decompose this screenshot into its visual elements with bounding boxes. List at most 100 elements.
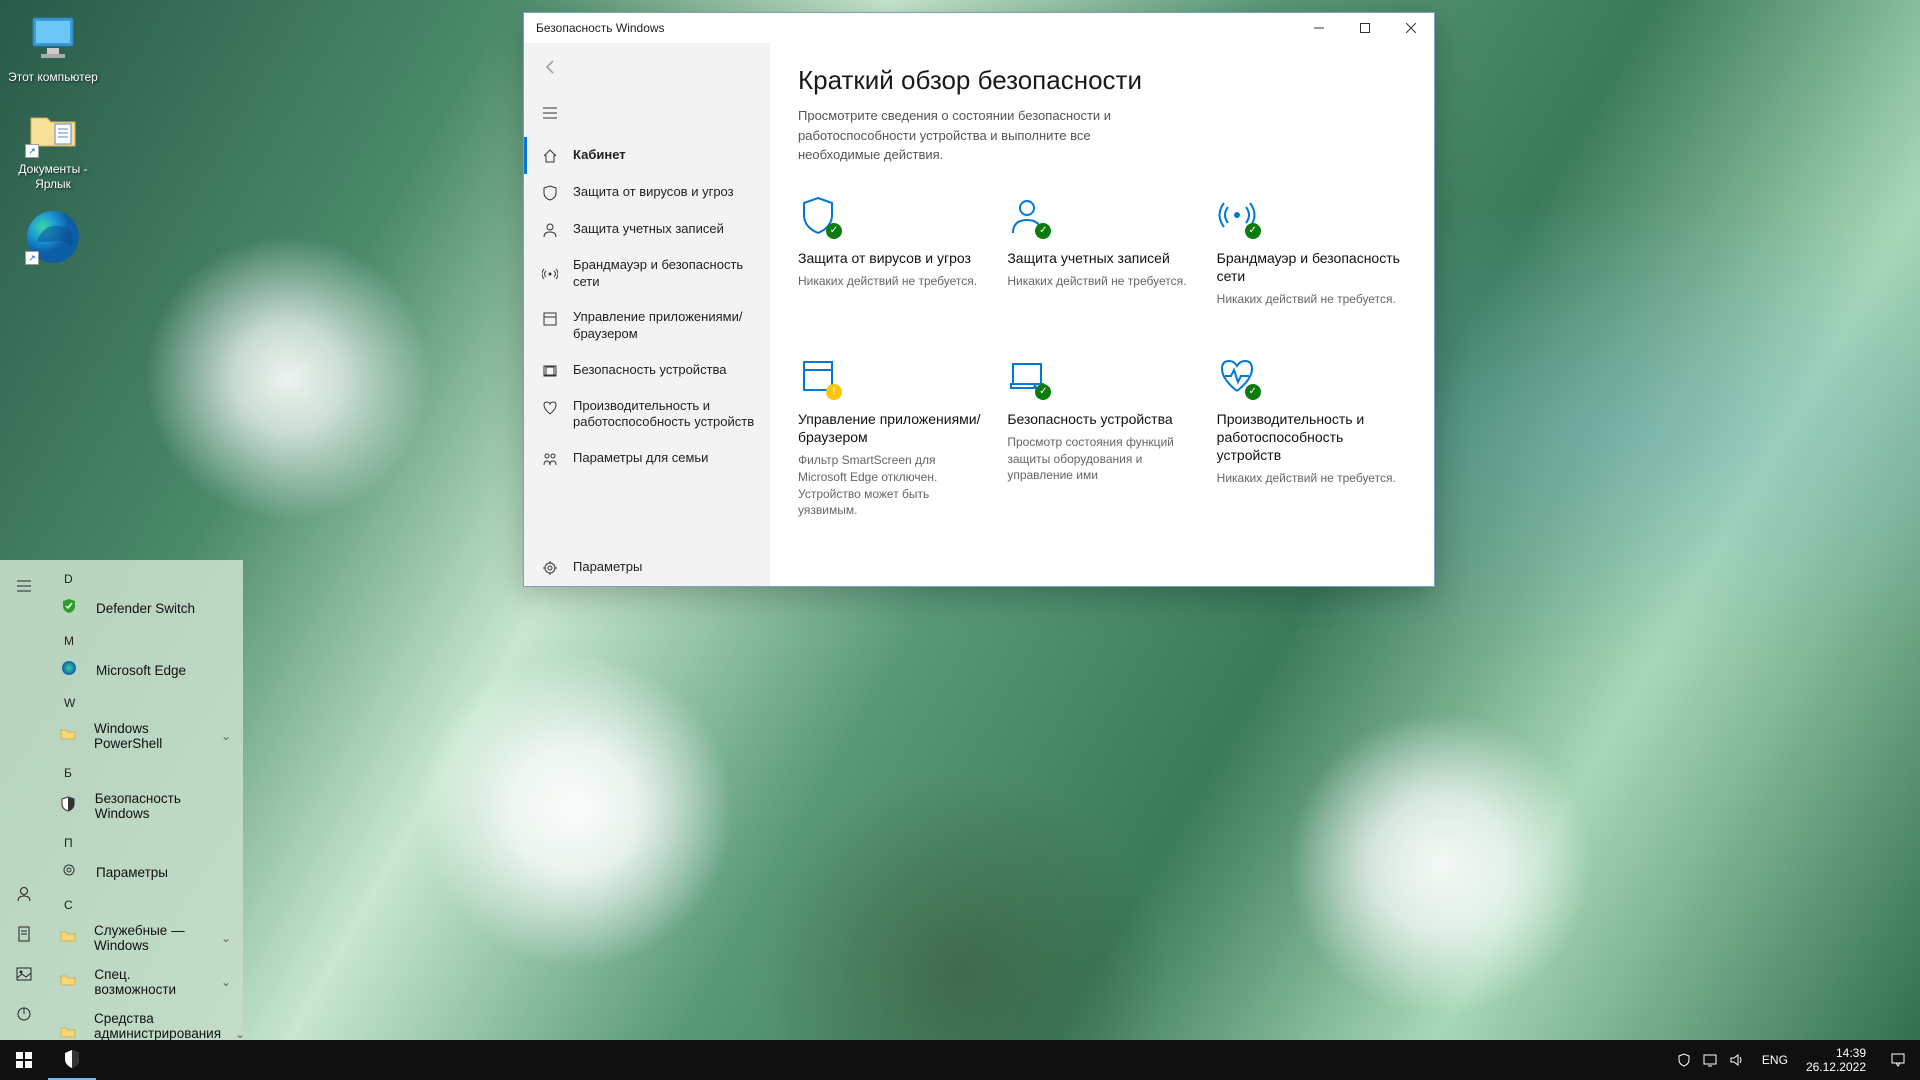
system-tray[interactable] <box>1666 1052 1754 1068</box>
start-app-item[interactable]: Параметры <box>48 854 243 890</box>
tile-title: Защита от вирусов и угроз <box>798 249 987 267</box>
nav-item-label: Производительность и работоспособность у… <box>573 398 755 432</box>
home-icon <box>541 147 559 165</box>
start-letter-header[interactable]: С <box>48 890 243 916</box>
language-indicator[interactable]: ENG <box>1754 1053 1796 1067</box>
start-menu: D Defender Switch M Microsoft Edge W Win… <box>0 560 243 1040</box>
taskbar-security-app[interactable] <box>48 1040 96 1080</box>
start-letter-header[interactable]: D <box>48 564 243 590</box>
start-app-item[interactable]: Microsoft Edge <box>48 652 243 688</box>
start-pictures-button[interactable] <box>0 954 48 994</box>
chevron-down-icon: ⌄ <box>221 729 231 743</box>
windows-logo-icon <box>16 1052 32 1068</box>
nav-back-button[interactable] <box>534 51 566 83</box>
nav-item-chip[interactable]: Безопасность устройства <box>524 352 769 389</box>
shield-icon: ✓ <box>798 195 840 237</box>
nav-item-family[interactable]: Параметры для семьи <box>524 440 769 477</box>
nav-item-app[interactable]: Управление приложениями/браузером <box>524 300 769 352</box>
status-warn-icon: ! <box>826 384 842 400</box>
action-center-button[interactable] <box>1876 1040 1920 1080</box>
nav-item-person[interactable]: Защита учетных записей <box>524 211 769 248</box>
page-subtitle: Просмотрите сведения о состоянии безопас… <box>798 106 1158 165</box>
chip-icon <box>541 362 559 380</box>
start-left-rail <box>0 560 48 1040</box>
antenna-icon <box>541 265 559 283</box>
start-user-button[interactable] <box>0 874 48 914</box>
start-power-button[interactable] <box>0 994 48 1034</box>
shield-dark-icon <box>60 795 81 817</box>
tile-subtitle: Никаких действий не требуется. <box>798 273 987 290</box>
pc-icon <box>25 10 81 66</box>
nav-item-label: Защита учетных записей <box>573 221 724 238</box>
tile-heart[interactable]: ✓ Производительность и работоспособность… <box>1217 356 1406 520</box>
maximize-icon <box>1360 23 1370 33</box>
person-icon: ✓ <box>1007 195 1049 237</box>
shield-green-icon <box>60 597 82 619</box>
back-arrow-icon <box>542 59 558 75</box>
notification-icon <box>1890 1052 1906 1068</box>
window-titlebar[interactable]: Безопасность Windows <box>524 13 1434 43</box>
nav-item-label: Защита от вирусов и угроз <box>573 184 734 201</box>
start-letter-header[interactable]: П <box>48 828 243 854</box>
nav-item-label: Брандмауэр и безопасность сети <box>573 257 755 291</box>
folder-icon <box>60 725 80 747</box>
nav-item-label: Безопасность устройства <box>573 362 727 379</box>
start-app-item[interactable]: Служебные — Windows ⌄ <box>48 916 243 960</box>
tile-antenna[interactable]: ✓ Брандмауэр и безопасность сети Никаких… <box>1217 195 1406 308</box>
hamburger-icon <box>542 105 558 121</box>
start-documents-button[interactable] <box>0 914 48 954</box>
desktop-icons: Этот компьютер ↗ Документы - Ярлык ↗ <box>8 10 98 265</box>
taskbar: ENG 14:39 26.12.2022 <box>0 1040 1920 1080</box>
start-app-item[interactable]: Безопасность Windows <box>48 784 243 828</box>
tile-title: Защита учетных записей <box>1007 249 1196 267</box>
nav-settings[interactable]: Параметры <box>524 549 769 586</box>
start-app-item[interactable]: Средства администрирования W… ⌄ <box>48 1004 243 1040</box>
start-letter-header[interactable]: M <box>48 626 243 652</box>
tile-app[interactable]: ! Управление приложениями/браузером Филь… <box>798 356 987 520</box>
window-close-button[interactable] <box>1388 13 1434 43</box>
tile-person[interactable]: ✓ Защита учетных записей Никаких действи… <box>1007 195 1196 308</box>
start-app-label: Microsoft Edge <box>96 663 186 678</box>
tile-subtitle: Фильтр SmartScreen для Microsoft Edge от… <box>798 452 987 519</box>
antenna-icon: ✓ <box>1217 195 1259 237</box>
start-letter-header[interactable]: Б <box>48 758 243 784</box>
start-expand-button[interactable] <box>0 566 48 606</box>
tile-subtitle: Просмотр состояния функций защиты оборуд… <box>1007 434 1196 484</box>
tile-subtitle: Никаких действий не требуется. <box>1217 470 1406 487</box>
volume-tray-icon <box>1728 1052 1744 1068</box>
tile-title: Производительность и работоспособность у… <box>1217 410 1406 465</box>
status-ok-icon: ✓ <box>1245 223 1261 239</box>
start-app-item[interactable]: Windows PowerShell ⌄ <box>48 714 243 758</box>
start-app-label: Defender Switch <box>96 601 195 616</box>
start-app-item[interactable]: Defender Switch <box>48 590 243 626</box>
tile-shield[interactable]: ✓ Защита от вирусов и угроз Никаких дейс… <box>798 195 987 308</box>
nav-hamburger-button[interactable] <box>534 97 566 129</box>
start-app-list[interactable]: D Defender Switch M Microsoft Edge W Win… <box>48 560 243 1040</box>
taskbar-clock[interactable]: 14:39 26.12.2022 <box>1796 1046 1876 1075</box>
document-icon <box>16 926 32 942</box>
folder-icon <box>60 927 80 949</box>
window-maximize-button[interactable] <box>1342 13 1388 43</box>
tile-chip[interactable]: ✓ Безопасность устройства Просмотр состо… <box>1007 356 1196 520</box>
start-letter-header[interactable]: W <box>48 688 243 714</box>
nav-item-heart[interactable]: Производительность и работоспособность у… <box>524 389 769 441</box>
power-icon <box>16 1006 32 1022</box>
shield-icon <box>541 184 559 202</box>
nav-item-home[interactable]: Кабинет <box>524 137 769 174</box>
window-minimize-button[interactable] <box>1296 13 1342 43</box>
desktop-icon-edge[interactable]: ↗ <box>8 209 98 265</box>
start-app-item[interactable]: Спец. возможности ⌄ <box>48 960 243 1004</box>
clock-time: 14:39 <box>1836 1046 1866 1060</box>
desktop-icon-documents[interactable]: ↗ Документы - Ярлык <box>8 102 98 191</box>
nav-item-shield[interactable]: Защита от вирусов и угроз <box>524 174 769 211</box>
shortcut-arrow-icon: ↗ <box>25 251 39 265</box>
desktop-icon-this-pc[interactable]: Этот компьютер <box>8 10 98 84</box>
security-tray-icon <box>1676 1052 1692 1068</box>
desktop-icon-label: Документы - Ярлык <box>8 162 98 191</box>
nav-item-antenna[interactable]: Брандмауэр и безопасность сети <box>524 248 769 300</box>
clock-date: 26.12.2022 <box>1806 1060 1866 1074</box>
tiles-grid: ✓ Защита от вирусов и угроз Никаких дейс… <box>798 195 1406 520</box>
start-button[interactable] <box>0 1040 48 1080</box>
network-tray-icon <box>1702 1052 1718 1068</box>
status-ok-icon: ✓ <box>826 223 842 239</box>
